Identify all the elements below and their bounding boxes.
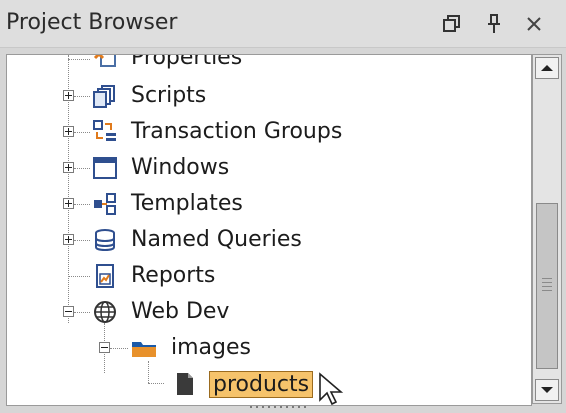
tree-item-images[interactable]: images — [7, 331, 527, 365]
scripts-icon — [93, 84, 117, 108]
tree-item-reports[interactable]: Reports — [7, 259, 527, 293]
tree-item-label: products — [209, 371, 314, 398]
transaction-groups-icon — [93, 120, 117, 144]
tree-item-label: Windows — [131, 155, 230, 180]
tree-item-properties[interactable]: Properties — [7, 54, 527, 75]
folder-icon — [131, 336, 156, 360]
collapse-icon[interactable] — [63, 306, 74, 317]
tree-item-label: Reports — [131, 263, 216, 288]
panel-titlebar: Project Browser — [0, 0, 566, 48]
project-browser-panel: Project Browser Properties Scripts Trans… — [0, 0, 566, 413]
scrollbar-thumb[interactable] — [536, 203, 558, 369]
pin-icon[interactable] — [482, 12, 506, 36]
named-queries-icon — [93, 228, 117, 252]
mouse-cursor-icon — [319, 372, 344, 406]
collapse-icon[interactable] — [99, 342, 110, 353]
tree-item-label: Templates — [131, 191, 243, 216]
reports-icon — [93, 264, 117, 288]
tree-item-label: Properties — [131, 54, 243, 70]
scroll-up-button[interactable] — [535, 57, 559, 79]
tree-item-label: Web Dev — [131, 299, 230, 324]
tree-item-products[interactable]: products — [7, 367, 527, 401]
tree-item-web-dev[interactable]: Web Dev — [7, 295, 527, 329]
windows-icon — [93, 156, 117, 180]
file-icon — [175, 372, 199, 396]
resize-grip[interactable] — [250, 404, 310, 410]
tree-item-windows[interactable]: Windows — [7, 151, 527, 185]
expand-icon[interactable] — [63, 90, 74, 101]
panel-title: Project Browser — [6, 10, 178, 35]
vertical-scrollbar[interactable] — [532, 54, 562, 404]
tree-item-label: Transaction Groups — [131, 119, 343, 144]
templates-icon — [93, 192, 117, 216]
tree-item-named-queries[interactable]: Named Queries — [7, 223, 527, 257]
properties-icon — [93, 55, 117, 70]
restore-icon[interactable] — [440, 12, 464, 36]
tree-item-transaction-groups[interactable]: Transaction Groups — [7, 115, 527, 149]
tree-item-scripts[interactable]: Scripts — [7, 79, 527, 113]
project-tree: Properties Scripts Transaction Groups Wi… — [6, 54, 532, 406]
scroll-down-button[interactable] — [535, 379, 559, 401]
tree-item-label: Named Queries — [131, 227, 302, 252]
expand-icon[interactable] — [63, 234, 74, 245]
globe-icon — [93, 300, 117, 324]
tree-item-templates[interactable]: Templates — [7, 187, 527, 221]
close-icon[interactable] — [522, 12, 546, 36]
tree-item-label: images — [171, 335, 251, 360]
expand-icon[interactable] — [63, 162, 74, 173]
expand-icon[interactable] — [63, 198, 74, 209]
tree-item-label: Scripts — [131, 83, 207, 108]
expand-icon[interactable] — [63, 126, 74, 137]
